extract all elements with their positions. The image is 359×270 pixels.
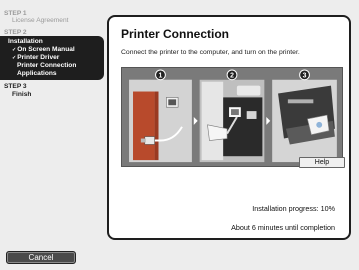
cancel-button[interactable]: Cancel	[6, 251, 76, 264]
main-panel: Printer Connection Connect the printer t…	[107, 15, 351, 240]
panel-description: Connect the printer to the computer, and…	[121, 49, 300, 56]
illustration-panel-3	[272, 79, 337, 163]
step-number-2: 2	[230, 72, 234, 79]
help-button[interactable]: Help	[299, 157, 345, 168]
step-number-3: 3	[303, 72, 307, 79]
printer-driver-label: Printer Driver	[17, 54, 60, 62]
installation-progress-text: Installation progress: 10%	[252, 204, 335, 213]
printer-driver-item: ✓Printer Driver	[12, 54, 100, 62]
installation-label: Installation	[8, 38, 43, 46]
connection-illustration: 1 2 3	[121, 67, 343, 167]
installer-window: STEP 1 License Agreement STEP 2 Installa…	[0, 0, 359, 270]
check-icon: ✓	[12, 46, 17, 53]
step2-label: STEP 2	[4, 28, 27, 36]
active-step-block: Installation ✓On Screen Manual ✓Printer …	[0, 36, 104, 81]
on-screen-manual-label: On Screen Manual	[17, 45, 75, 53]
check-icon: ✓	[12, 55, 17, 62]
illustration-panel-1	[129, 79, 192, 163]
panel-title: Printer Connection	[121, 27, 230, 41]
on-screen-manual-item: ✓On Screen Manual	[12, 46, 100, 54]
steps-sidebar: STEP 1 License Agreement STEP 2 Installa…	[0, 10, 108, 98]
step1-label: STEP 1	[4, 10, 27, 17]
license-agreement-item: License Agreement	[12, 17, 69, 25]
printer-connection-item: Printer Connection	[17, 62, 77, 70]
finish-item: Finish	[12, 90, 32, 98]
applications-item: Applications	[17, 69, 57, 77]
step3-label: STEP 3	[4, 83, 27, 91]
illustration-panel-2	[199, 79, 265, 163]
step-number-1: 1	[159, 72, 163, 79]
time-remaining-text: About 6 minutes until completion	[231, 223, 335, 232]
